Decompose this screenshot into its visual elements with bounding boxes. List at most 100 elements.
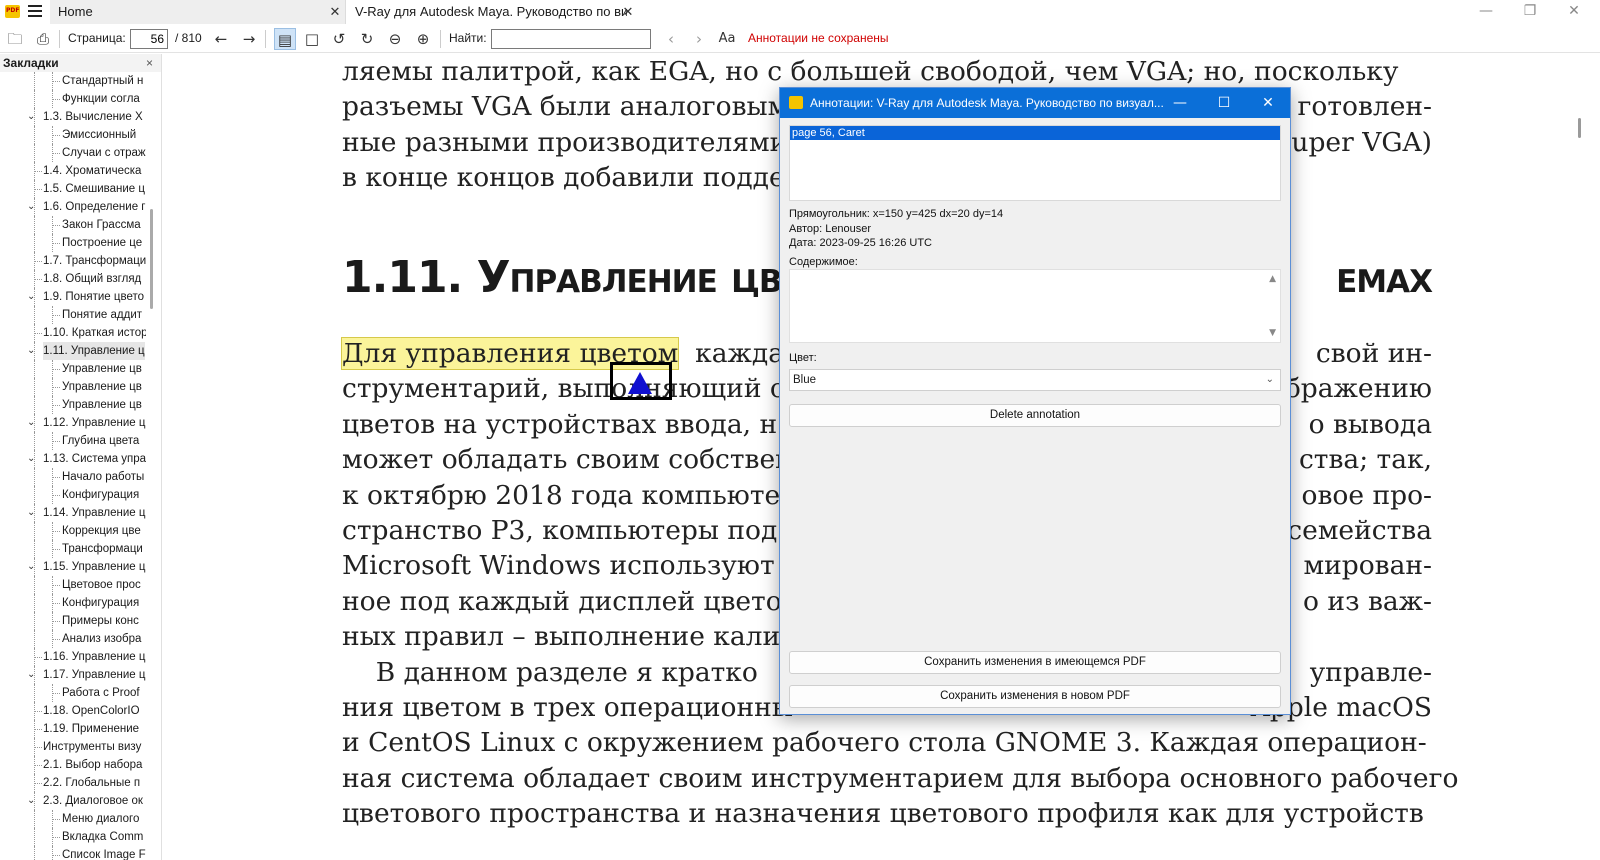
doc-line-text: ные разными производителями <box>342 126 788 158</box>
bookmark-item[interactable]: Случаи с отраж <box>0 144 146 162</box>
forward-icon[interactable]: → <box>238 28 260 50</box>
bookmark-item[interactable]: Вкладка Comm <box>0 828 146 846</box>
sidebar-close-icon[interactable]: × <box>146 54 153 72</box>
bookmark-item[interactable]: Конфигурация <box>0 594 146 612</box>
bookmark-item[interactable]: Понятие аддит <box>0 306 146 324</box>
tab-home[interactable]: Home <box>50 0 346 24</box>
annotation-list-item[interactable]: page 56, Caret <box>790 126 1280 140</box>
bookmark-item[interactable]: Анализ изобра <box>0 630 146 648</box>
tree-guide-tick <box>52 243 60 244</box>
tree-guide-line <box>34 90 35 108</box>
bookmark-item[interactable]: Управление цв <box>0 378 146 396</box>
bookmark-item[interactable]: Работа с Proof <box>0 684 146 702</box>
bookmark-item[interactable]: ⌄ 1.6. Определение г <box>0 198 146 216</box>
dialog-minimize-button[interactable]: — <box>1158 88 1202 118</box>
rotate-left-icon[interactable]: ↺ <box>328 28 350 50</box>
rotate-right-icon[interactable]: ↻ <box>356 28 378 50</box>
document-scrollbar[interactable] <box>1578 118 1581 138</box>
bookmark-item[interactable]: ⌄ 1.15. Управление ц <box>0 558 146 576</box>
unsaved-status: Аннотации не сохранены <box>748 31 889 45</box>
bookmark-item[interactable]: Управление цв <box>0 360 146 378</box>
zoom-out-icon[interactable]: ⊖ <box>384 28 406 50</box>
bookmark-item[interactable]: Конфигурация <box>0 486 146 504</box>
save-existing-pdf-button[interactable]: Сохранить изменения в имеющемся PDF <box>789 651 1281 674</box>
zoom-in-icon[interactable]: ⊕ <box>412 28 434 50</box>
print-icon[interactable]: ⎙ <box>32 28 54 50</box>
bookmark-item[interactable]: Список Image F <box>0 846 146 860</box>
bookmark-item[interactable]: Функции согла <box>0 90 146 108</box>
bookmark-item[interactable]: Цветовое прос <box>0 576 146 594</box>
bookmark-item[interactable]: ⌄ 1.17. Управление ц <box>0 666 146 684</box>
bookmark-item[interactable]: Коррекция цве <box>0 522 146 540</box>
bookmark-label: 1.14. Управление ц <box>43 507 146 519</box>
scroll-up-icon[interactable]: ▲ <box>1269 274 1276 284</box>
minimize-button[interactable]: — <box>1464 0 1508 24</box>
annotation-list[interactable]: page 56, Caret <box>789 125 1281 201</box>
bookmark-item[interactable]: 1.16. Управление ц <box>0 648 146 666</box>
bookmark-item[interactable]: Эмиссионный <box>0 126 146 144</box>
bookmark-item[interactable]: Управление цв <box>0 396 146 414</box>
fit-page-icon[interactable]: □ <box>301 28 323 50</box>
color-select[interactable]: Blue ⌄ <box>789 369 1281 391</box>
bookmark-item[interactable]: 1.4. Хроматическа <box>0 162 146 180</box>
scroll-down-icon[interactable]: ▼ <box>1269 328 1276 338</box>
page-input[interactable] <box>130 29 168 49</box>
back-icon[interactable]: ← <box>210 28 232 50</box>
bookmark-item[interactable]: 2.2. Глобальные п <box>0 774 146 792</box>
maximize-button[interactable]: ❐ <box>1508 0 1552 24</box>
bookmark-item[interactable]: Меню диалого <box>0 810 146 828</box>
bookmark-item[interactable]: ⌄ 1.12. Управление ц <box>0 414 146 432</box>
bookmark-label: 1.5. Смешивание ц <box>43 183 145 195</box>
bookmark-item[interactable]: Стандартный н <box>0 72 146 90</box>
doc-line-text: может обладать своим собствен <box>342 444 793 476</box>
bookmark-item[interactable]: 1.18. OpenColorIO <box>0 702 146 720</box>
bookmark-item[interactable]: 1.8. Общий взгляд <box>0 270 146 288</box>
find-next-icon[interactable]: › <box>688 28 710 50</box>
tree-guide-line <box>34 324 35 342</box>
bookmark-item[interactable]: Примеры конс <box>0 612 146 630</box>
tab-document[interactable]: V-Ray для Autodesk Maya. Руководство по … <box>347 0 627 24</box>
bookmark-item[interactable]: 1.10. Краткая истор <box>0 324 146 342</box>
bookmark-item[interactable]: 1.7. Трансформаци <box>0 252 146 270</box>
tree-guide-tick <box>34 279 42 280</box>
bookmark-item[interactable]: ⌄ 1.9. Понятие цвето <box>0 288 146 306</box>
bookmark-item[interactable]: Закон Грассма <box>0 216 146 234</box>
delete-annotation-button[interactable]: Delete annotation <box>789 404 1281 427</box>
tab-document-close-icon[interactable]: ✕ <box>621 0 635 24</box>
bookmark-item[interactable]: Построение це <box>0 234 146 252</box>
match-case-icon[interactable]: Aa <box>716 28 738 50</box>
bookmark-item[interactable]: Глубина цвета <box>0 432 146 450</box>
save-new-pdf-button[interactable]: Сохранить изменения в новом PDF <box>789 685 1281 708</box>
bookmark-item[interactable]: ⌄ 1.11. Управление ц <box>0 342 146 360</box>
annotation-rect: Прямоугольник: x=150 y=425 dx=20 dy=14 <box>789 208 1004 220</box>
bookmark-item[interactable]: ⌄ 1.13. Система упра <box>0 450 146 468</box>
contents-textarea[interactable]: ▲ ▼ <box>789 269 1281 343</box>
bookmark-item[interactable]: Инструменты визу <box>0 738 146 756</box>
tree-guide-line <box>34 234 35 252</box>
bookmark-label: Инструменты визу <box>43 741 142 753</box>
bookmark-item[interactable]: 1.5. Смешивание ц <box>0 180 146 198</box>
bookmark-item[interactable]: 2.1. Выбор набора <box>0 756 146 774</box>
dialog-close-button[interactable]: ✕ <box>1246 88 1290 118</box>
single-page-icon[interactable]: ▤ <box>274 28 296 50</box>
doc-line-text: овое про- <box>1301 479 1432 511</box>
find-input[interactable] <box>491 29 651 49</box>
caret-annotation-icon[interactable] <box>628 372 652 394</box>
bookmark-item[interactable]: ⌄ 2.3. Диалоговое ок <box>0 792 146 810</box>
bookmark-item[interactable]: Начало работы <box>0 468 146 486</box>
bookmark-item[interactable]: ⌄ 1.14. Управление ц <box>0 504 146 522</box>
find-prev-icon[interactable]: ‹ <box>660 28 682 50</box>
sidebar-scrollbar[interactable] <box>150 209 153 309</box>
bookmark-label: 1.13. Система упра <box>43 453 146 465</box>
dialog-maximize-button[interactable]: ☐ <box>1202 88 1246 118</box>
close-button[interactable]: ✕ <box>1552 0 1596 24</box>
bookmark-item[interactable]: ⌄ 1.3. Вычисление X <box>0 108 146 126</box>
tab-bar: Home ✕ V-Ray для Autodesk Maya. Руководс… <box>0 0 1600 24</box>
page-label: Страница: <box>68 31 126 45</box>
tab-home-close-icon[interactable]: ✕ <box>328 0 342 24</box>
bookmark-item[interactable]: Трансформаци <box>0 540 146 558</box>
menu-icon[interactable] <box>28 5 42 18</box>
bookmark-item[interactable]: 1.19. Применение <box>0 720 146 738</box>
open-icon[interactable]: 🗀 <box>4 28 26 50</box>
doc-line-text: бражению <box>1284 373 1432 405</box>
